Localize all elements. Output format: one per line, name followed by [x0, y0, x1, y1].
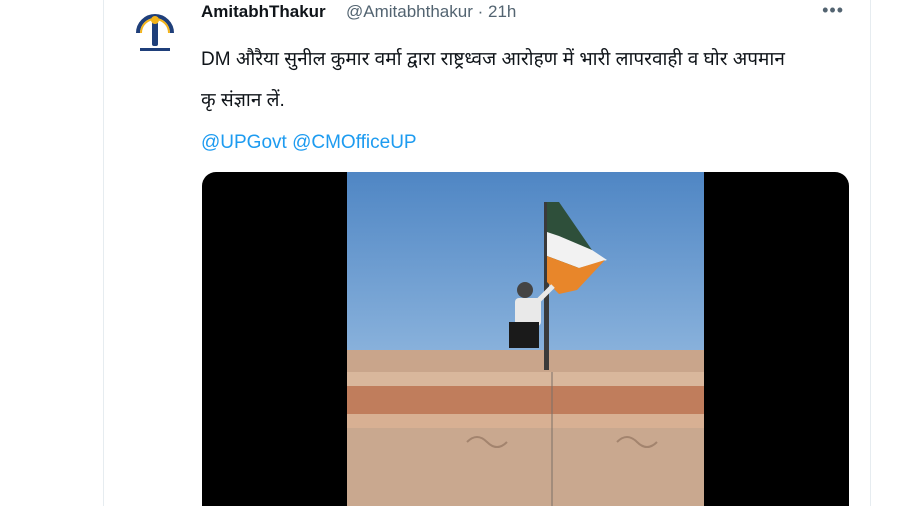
mentions: @UPGovt @CMOfficeUP [201, 132, 417, 154]
handle[interactable]: @Amitabhthakur [346, 2, 473, 21]
video-thumbnail [347, 172, 704, 506]
more-dots-icon[interactable]: ••• [822, 0, 844, 21]
timestamp[interactable]: 21h [488, 2, 516, 21]
display-name[interactable]: AmitabhThakur [201, 2, 326, 22]
mention-upgovt[interactable]: @UPGovt [201, 132, 287, 153]
tweet-card[interactable]: AmitabhThakur @Amitabhthakur · 21h ••• D… [103, 0, 871, 506]
video-player[interactable] [202, 172, 849, 506]
avatar[interactable] [126, 2, 184, 60]
tweet-meta: @Amitabhthakur · 21h [346, 2, 516, 22]
logo-icon [127, 3, 183, 59]
tweet-text-line1: DM औरैया सुनील कुमार वर्मा द्वारा राष्ट्… [201, 49, 785, 70]
tweet-text-line2: कृ संज्ञान लें. [201, 90, 285, 111]
mention-cmofficeup[interactable]: @CMOfficeUP [292, 132, 417, 153]
video-frame[interactable] [347, 172, 704, 506]
meta-separator: · [477, 2, 484, 21]
